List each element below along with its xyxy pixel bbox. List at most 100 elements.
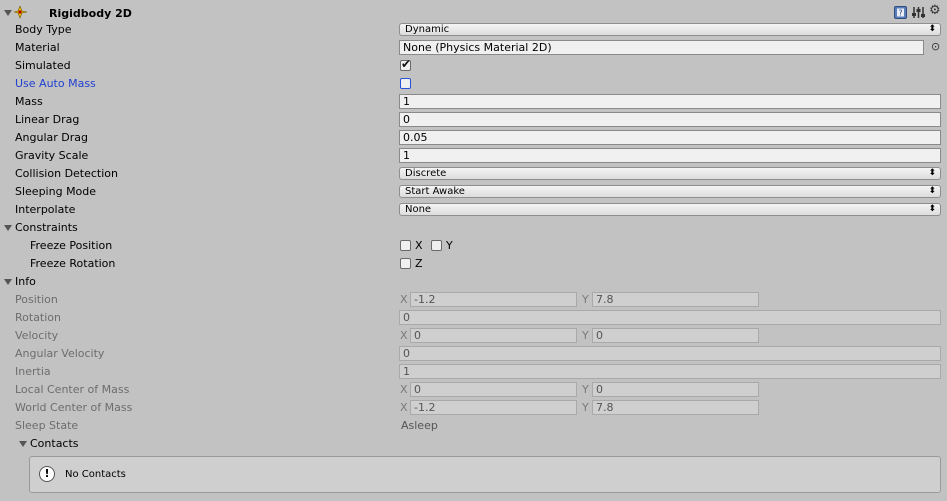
gear-icon[interactable]: ⚙ [929,3,941,18]
material-object-field[interactable]: None (Physics Material 2D) [399,40,924,55]
sleeping-mode-dropdown[interactable]: Start Awake ⬍ [399,185,941,198]
angular-drag-value: 0.05 [403,131,428,144]
foldout-arrow-icon[interactable] [4,279,12,285]
presets-icon[interactable] [912,6,925,19]
world-com-y-axis-label: Y [582,401,589,414]
foldout-arrow-icon[interactable] [19,441,27,447]
velocity-y-axis-label: Y [582,329,589,342]
rigidbody2d-icon [14,6,28,19]
mass-value: 1 [403,95,410,108]
inertia-field: 1 [399,364,941,379]
contacts-helpbox: ! No Contacts [29,456,941,493]
simulated-checkbox[interactable]: ✔ [400,57,411,71]
velocity-y-field: 0 [592,328,759,343]
inertia-row: Inertia 1 [0,363,947,381]
freeze-rotation-z-label: Z [415,257,423,270]
world-com-x-axis-label: X [400,401,408,414]
sleep-state-value: Asleep [401,419,438,432]
contacts-label: Contacts [30,437,79,450]
interpolate-row: Interpolate None ⬍ [0,201,947,219]
dropdown-arrow-icon: ⬍ [928,168,936,178]
contacts-foldout[interactable]: Contacts [0,435,947,453]
world-com-x-field: -1.2 [410,400,577,415]
angular-velocity-row: Angular Velocity 0 [0,345,947,363]
angular-drag-row: Angular Drag 0.05 [0,129,947,147]
material-row: Material None (Physics Material 2D) ⊙ [0,39,947,57]
local-com-y-axis-label: Y [582,383,589,396]
gravity-scale-value: 1 [403,149,410,162]
velocity-label: Velocity [15,329,59,342]
angular-velocity-field: 0 [399,346,941,361]
sleep-state-label: Sleep State [15,419,79,432]
world-com-y-value: 7.8 [596,401,614,414]
linear-drag-value: 0 [403,113,410,126]
sleep-state-row: Sleep State Asleep [0,417,947,435]
linear-drag-input[interactable]: 0 [399,112,941,127]
position-x-axis-label: X [400,293,408,306]
simulated-row: Simulated ✔ [0,57,947,75]
constraints-foldout[interactable]: Constraints [0,219,947,237]
gravity-scale-label: Gravity Scale [15,149,89,162]
dropdown-arrow-icon: ⬍ [928,24,936,34]
foldout-arrow-icon[interactable] [4,225,12,231]
local-com-y-value: 0 [596,383,603,396]
body-type-dropdown[interactable]: Dynamic ⬍ [399,23,941,36]
velocity-y-value: 0 [596,329,603,342]
freeze-position-y-label: Y [446,239,453,252]
sleeping-mode-value: Start Awake [405,186,465,197]
inertia-value: 1 [403,365,410,378]
body-type-label: Body Type [15,23,72,36]
help-book-icon[interactable]: ? [894,6,907,19]
use-auto-mass-label: Use Auto Mass [15,77,96,90]
linear-drag-label: Linear Drag [15,113,80,126]
angular-velocity-value: 0 [403,347,410,360]
collision-detection-value: Discrete [405,168,447,179]
collapse-arrow-icon[interactable] [4,10,12,16]
local-com-y-field: 0 [592,382,759,397]
body-type-value: Dynamic [405,24,450,35]
constraints-label: Constraints [15,221,78,234]
angular-velocity-label: Angular Velocity [15,347,105,360]
freeze-position-label: Freeze Position [30,239,113,252]
local-com-x-axis-label: X [400,383,408,396]
angular-drag-label: Angular Drag [15,131,88,144]
angular-drag-input[interactable]: 0.05 [399,130,941,145]
freeze-position-x-checkbox[interactable] [400,240,411,251]
info-foldout[interactable]: Info [0,273,947,291]
position-label: Position [15,293,58,306]
mass-input[interactable]: 1 [399,94,941,109]
velocity-x-value: 0 [414,329,421,342]
world-com-y-field: 7.8 [592,400,759,415]
component-header: Rigidbody 2D ? ⚙ [0,3,947,21]
body-type-row: Body Type Dynamic ⬍ [0,21,947,39]
material-value: None (Physics Material 2D) [403,41,552,54]
use-auto-mass-row: Use Auto Mass [0,75,947,93]
info-label: Info [15,275,36,288]
position-y-axis-label: Y [582,293,589,306]
inertia-label: Inertia [15,365,51,378]
rotation-field: 0 [399,310,941,325]
position-x-field: -1.2 [410,292,577,307]
freeze-position-y-checkbox[interactable] [431,240,442,251]
velocity-x-axis-label: X [400,329,408,342]
collision-detection-row: Collision Detection Discrete ⬍ [0,165,947,183]
world-com-x-value: -1.2 [414,401,436,414]
sleeping-mode-label: Sleeping Mode [15,185,97,198]
use-auto-mass-checkbox[interactable] [400,78,411,89]
collision-detection-dropdown[interactable]: Discrete ⬍ [399,167,941,180]
world-center-of-mass-row: World Center of Mass X -1.2 Y 7.8 [0,399,947,417]
dropdown-arrow-icon: ⬍ [928,186,936,196]
freeze-rotation-row: Freeze Rotation Z [0,255,947,273]
gravity-scale-row: Gravity Scale 1 [0,147,947,165]
rotation-label: Rotation [15,311,62,324]
local-center-of-mass-label: Local Center of Mass [15,383,130,396]
position-row: Position X -1.2 Y 7.8 [0,291,947,309]
interpolate-value: None [405,204,432,215]
interpolate-dropdown[interactable]: None ⬍ [399,203,941,216]
freeze-rotation-z-checkbox[interactable] [400,258,411,269]
object-picker-icon[interactable]: ⊙ [931,40,940,53]
simulated-label: Simulated [15,59,71,72]
local-center-of-mass-row: Local Center of Mass X 0 Y 0 [0,381,947,399]
gravity-scale-input[interactable]: 1 [399,148,941,163]
linear-drag-row: Linear Drag 0 [0,111,947,129]
